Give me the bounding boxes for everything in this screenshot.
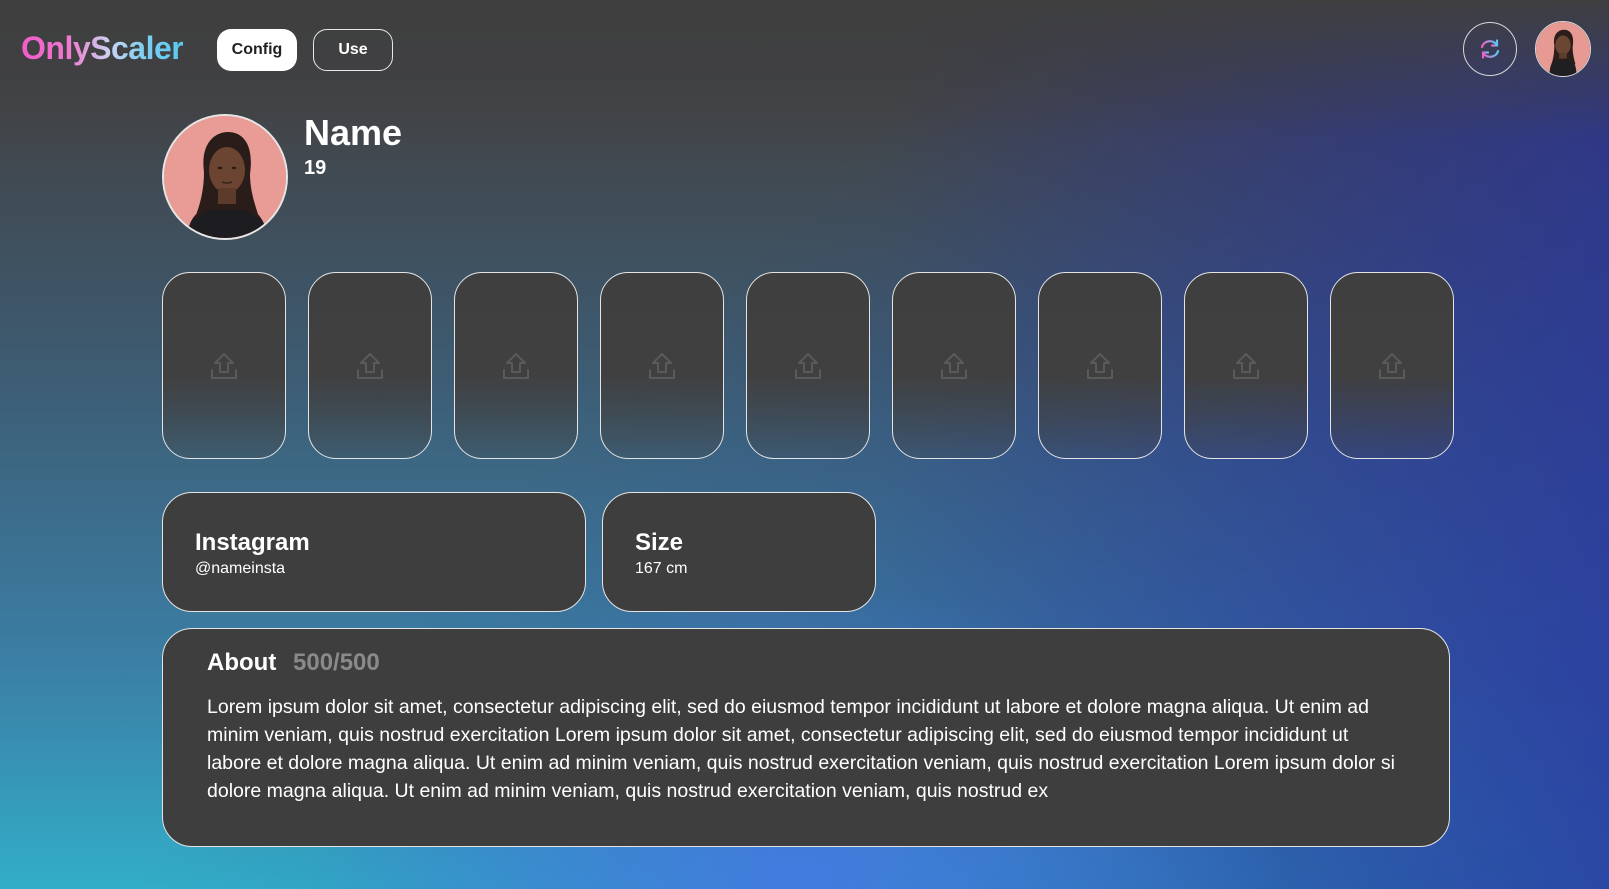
- photo-slots: [162, 272, 1454, 459]
- about-title: About: [207, 649, 277, 676]
- instagram-title: Instagram: [195, 529, 310, 556]
- size-card[interactable]: Size 167 cm: [602, 492, 876, 612]
- photo-upload-slot[interactable]: [600, 272, 724, 459]
- user-avatar: [1536, 22, 1590, 76]
- upload-icon: [211, 352, 237, 379]
- photo-upload-slot[interactable]: [162, 272, 286, 459]
- about-char-count: 500/500: [293, 649, 380, 676]
- upload-icon: [357, 352, 383, 379]
- size-title: Size: [635, 529, 684, 556]
- photo-upload-slot[interactable]: [746, 272, 870, 459]
- upload-icon: [649, 352, 675, 379]
- profile-photo[interactable]: [162, 114, 288, 240]
- about-card[interactable]: About 500/500 Lorem ipsum dolor sit amet…: [162, 628, 1450, 847]
- about-text[interactable]: Lorem ipsum dolor sit amet, consectetur …: [207, 693, 1407, 805]
- upload-icon: [1379, 352, 1405, 379]
- photo-upload-slot[interactable]: [892, 272, 1016, 459]
- photo-upload-slot[interactable]: [1038, 272, 1162, 459]
- size-value: 167 cm: [635, 560, 688, 577]
- use-tab-button[interactable]: Use: [313, 29, 393, 71]
- photo-upload-slot[interactable]: [1184, 272, 1308, 459]
- photo-upload-slot[interactable]: [308, 272, 432, 459]
- upload-icon: [795, 352, 821, 379]
- app-logo[interactable]: OnlyScaler: [21, 30, 184, 67]
- profile-age: 19: [304, 157, 327, 179]
- refresh-button[interactable]: [1463, 22, 1517, 76]
- instagram-handle: @nameinsta: [195, 560, 286, 577]
- instagram-card[interactable]: Instagram @nameinsta: [162, 492, 586, 612]
- user-avatar-button[interactable]: [1535, 21, 1591, 77]
- config-tab-button[interactable]: Config: [217, 29, 297, 71]
- upload-icon: [1087, 352, 1113, 379]
- refresh-icon: [1480, 39, 1500, 59]
- profile-name: Name: [304, 112, 403, 153]
- upload-icon: [1233, 352, 1259, 379]
- photo-upload-slot[interactable]: [1330, 272, 1454, 459]
- upload-icon: [503, 352, 529, 379]
- photo-upload-slot[interactable]: [454, 272, 578, 459]
- upload-icon: [941, 352, 967, 379]
- profile-photo-image: [164, 116, 286, 238]
